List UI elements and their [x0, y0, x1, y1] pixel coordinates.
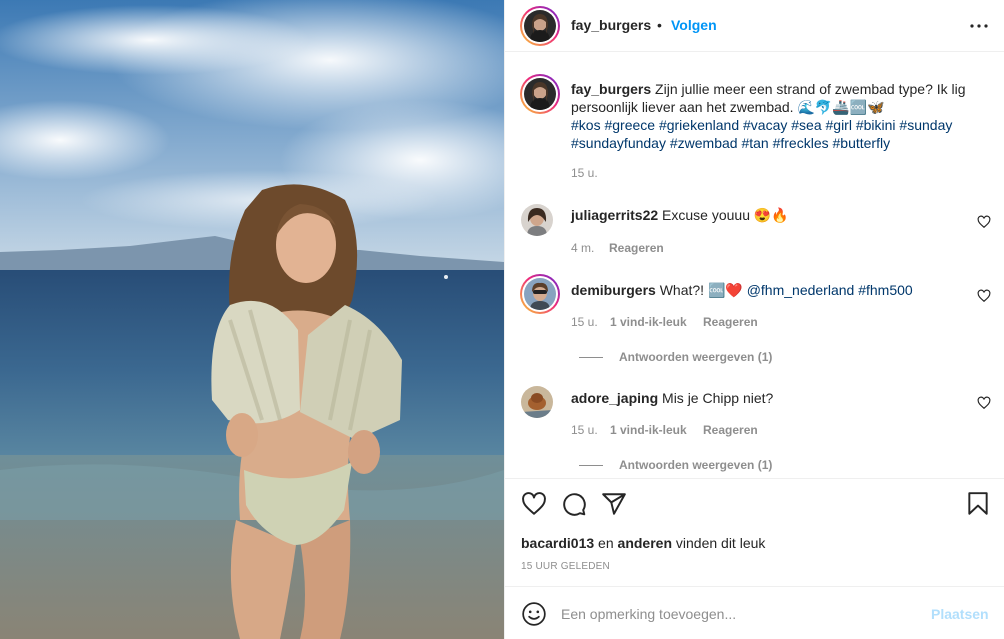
- reply-button[interactable]: Reageren: [703, 423, 758, 437]
- comment-text: Excuse youuu 😍🔥: [662, 207, 789, 223]
- emoji-smiley-icon[interactable]: [521, 601, 547, 627]
- likes-others[interactable]: anderen: [618, 535, 672, 551]
- reply-button[interactable]: Reageren: [609, 241, 664, 255]
- likes-user[interactable]: bacardi013: [521, 535, 594, 551]
- comment-username[interactable]: adore_japing: [571, 390, 658, 406]
- caption-avatar[interactable]: [520, 74, 560, 114]
- likes-suffix: vinden dit leuk: [672, 535, 766, 551]
- likes-summary[interactable]: bacardi013 en anderen vinden dit leuk: [521, 535, 765, 551]
- author-avatar[interactable]: [520, 6, 560, 46]
- author-username[interactable]: fay_burgers: [571, 17, 651, 33]
- comment-username[interactable]: juliagerrits22: [571, 207, 658, 223]
- post-header: fay_burgers • Volgen: [505, 0, 1004, 52]
- post-comment-button[interactable]: Plaatsen: [931, 606, 989, 622]
- commenter-avatar[interactable]: [521, 386, 553, 418]
- commenter-avatar[interactable]: [520, 274, 560, 314]
- comment-likes-count[interactable]: 1 vind-ik-leuk: [610, 315, 687, 329]
- post-photo[interactable]: [0, 0, 504, 639]
- comment: juliagerrits22 Excuse youuu 😍🔥: [571, 206, 789, 224]
- action-bar: bacardi013 en anderen vinden dit leuk 15…: [505, 478, 1004, 578]
- comment-text: What?! 🆒❤️: [659, 282, 743, 298]
- caption: fay_burgers Zijn jullie meer een strand …: [571, 80, 989, 152]
- comment-likes-count[interactable]: 1 vind-ik-leuk: [610, 423, 687, 437]
- comment-like-icon[interactable]: [977, 289, 991, 303]
- caption-avatar-image: [524, 78, 556, 110]
- save-bookmark-icon[interactable]: [965, 491, 991, 517]
- comment-text: Mis je Chipp niet?: [662, 390, 774, 406]
- caption-time[interactable]: 15 u.: [571, 166, 598, 180]
- comment-time[interactable]: 15 u.: [571, 315, 598, 329]
- comment-mention[interactable]: @fhm_nederland #fhm500: [747, 282, 913, 298]
- instagram-post: fay_burgers • Volgen fay_burgers Zijn ju…: [0, 0, 1004, 639]
- likes-and: en: [594, 535, 618, 551]
- add-comment-bar: Plaatsen: [505, 586, 1004, 639]
- comment-input[interactable]: [561, 603, 911, 625]
- commenter-avatar-image: [521, 386, 553, 418]
- comment: demiburgers What?! 🆒❤️ @fhm_nederland #f…: [571, 281, 913, 299]
- like-heart-icon[interactable]: [521, 491, 547, 517]
- comments-list[interactable]: fay_burgers Zijn jullie meer een strand …: [505, 53, 1004, 478]
- comment: adore_japing Mis je Chipp niet?: [571, 389, 773, 407]
- commenter-avatar[interactable]: [521, 204, 553, 236]
- follow-button[interactable]: Volgen: [671, 17, 717, 33]
- post-timestamp[interactable]: 15 uur geleden: [521, 561, 610, 572]
- view-replies-button[interactable]: Antwoorden weergeven (1): [579, 458, 772, 472]
- comment-like-icon[interactable]: [977, 396, 991, 410]
- view-replies-button[interactable]: Antwoorden weergeven (1): [579, 350, 772, 364]
- separator-dot: •: [657, 17, 662, 33]
- commenter-avatar-image: [524, 278, 556, 310]
- comment-time[interactable]: 4 m.: [571, 241, 594, 255]
- comment-time[interactable]: 15 u.: [571, 423, 598, 437]
- comment-username[interactable]: demiburgers: [571, 282, 656, 298]
- more-horizontal-icon[interactable]: [967, 14, 991, 38]
- reply-button[interactable]: Reageren: [703, 315, 758, 329]
- author-avatar-image: [524, 10, 556, 42]
- comment-bubble-icon[interactable]: [561, 491, 587, 517]
- share-send-icon[interactable]: [601, 491, 627, 517]
- beach-photo-illustration: [0, 0, 504, 639]
- post-details-panel: fay_burgers • Volgen fay_burgers Zijn ju…: [504, 0, 1004, 639]
- caption-hashtags[interactable]: #kos #greece #griekenland #vacay #sea #g…: [571, 117, 952, 151]
- commenter-avatar-image: [521, 204, 553, 236]
- caption-username[interactable]: fay_burgers: [571, 81, 651, 97]
- comment-like-icon[interactable]: [977, 215, 991, 229]
